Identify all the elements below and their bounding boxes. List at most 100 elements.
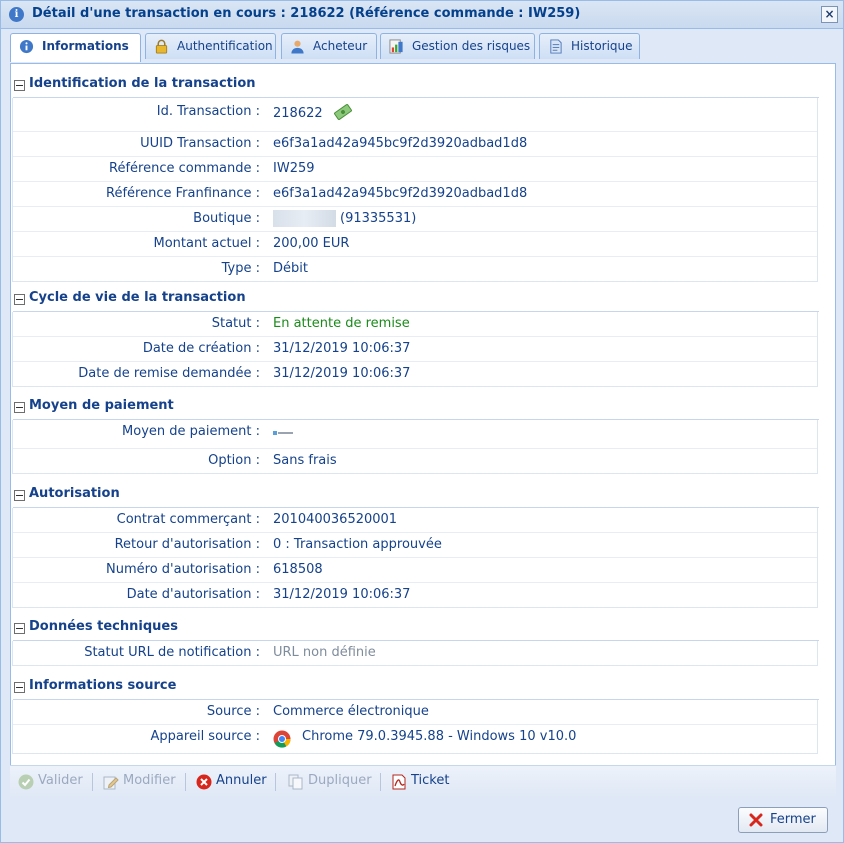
info-icon bbox=[19, 39, 34, 54]
window-titlebar[interactable]: i Détail d'une transaction en cours : 21… bbox=[1, 1, 843, 29]
tab-label: Historique bbox=[571, 39, 633, 53]
collapse-icon[interactable] bbox=[14, 623, 25, 634]
field-row: Moyen de paiement : bbox=[13, 420, 817, 449]
uuid-value: e6f3a1ad42a945bc9f2d3920adbad1d8 bbox=[273, 136, 528, 151]
collapse-icon[interactable] bbox=[14, 80, 25, 91]
tab-label: Gestion des risques bbox=[412, 39, 531, 53]
authorization-date-value: 31/12/2019 10:06:37 bbox=[273, 587, 411, 602]
tab-bar: Informations Authentification Acheteur G… bbox=[10, 33, 836, 63]
field-row: Référence Franfinance : e6f3a1ad42a945bc… bbox=[13, 182, 817, 207]
field-label: Date de création : bbox=[142, 341, 260, 356]
chrome-browser-icon bbox=[273, 730, 291, 748]
lifecycle-fieldset: Statut : En attente de remise Date de cr… bbox=[12, 312, 818, 387]
user-icon bbox=[291, 40, 304, 54]
field-row: Boutique : (91335531) bbox=[13, 207, 817, 232]
creation-date-value: 31/12/2019 10:06:37 bbox=[273, 341, 411, 356]
authorization-return-value: 0 : Transaction approuvée bbox=[273, 537, 442, 552]
field-row: Appareil source : Chrome 79.0.3945.88 - … bbox=[13, 725, 817, 753]
lock-icon bbox=[155, 39, 168, 54]
close-icon bbox=[749, 813, 763, 827]
payment-card-logo-icon bbox=[273, 431, 293, 435]
action-toolbar: Valider Modifier Annuler Dupliquer Ticke… bbox=[10, 765, 836, 798]
field-label: Moyen de paiement : bbox=[122, 424, 260, 439]
field-row: Numéro d'autorisation : 618508 bbox=[13, 558, 817, 583]
source-fieldset: Source : Commerce électronique Appareil … bbox=[12, 700, 818, 754]
field-row: Source : Commerce électronique bbox=[13, 700, 817, 725]
collapse-icon[interactable] bbox=[14, 682, 25, 693]
duplicate-icon bbox=[288, 774, 303, 790]
close-window-button[interactable]: × bbox=[821, 6, 838, 23]
source-value: Commerce électronique bbox=[273, 704, 429, 719]
cancel-icon bbox=[196, 774, 212, 790]
field-row: Retour d'autorisation : 0 : Transaction … bbox=[13, 533, 817, 558]
pdf-icon bbox=[392, 774, 406, 790]
window-title: Détail d'une transaction en cours : 2186… bbox=[32, 6, 581, 21]
info-icon: i bbox=[9, 7, 24, 22]
shop-value: (91335531) bbox=[273, 210, 416, 227]
field-label: Date de remise demandée : bbox=[78, 366, 260, 381]
transaction-detail-window: i Détail d'une transaction en cours : 21… bbox=[0, 0, 844, 843]
field-label: Boutique : bbox=[193, 211, 260, 226]
field-row: Statut : En attente de remise bbox=[13, 312, 817, 337]
field-label: Appareil source : bbox=[150, 729, 260, 744]
capture-date-value: 31/12/2019 10:06:37 bbox=[273, 366, 411, 381]
collapse-icon[interactable] bbox=[14, 490, 25, 501]
field-row: UUID Transaction : e6f3a1ad42a945bc9f2d3… bbox=[13, 132, 817, 157]
authorization-fieldset: Contrat commerçant : 201040036520001 Ret… bbox=[12, 508, 818, 608]
toolbar-separator bbox=[92, 773, 93, 791]
check-icon bbox=[18, 774, 34, 790]
collapse-icon[interactable] bbox=[14, 294, 25, 305]
field-row: Date de création : 31/12/2019 10:06:37 bbox=[13, 337, 817, 362]
edit-icon bbox=[103, 776, 119, 790]
field-label: Référence Franfinance : bbox=[106, 186, 260, 201]
field-label: Option : bbox=[208, 453, 260, 468]
field-row: Option : Sans frais bbox=[13, 449, 817, 473]
field-label: Statut : bbox=[211, 316, 260, 331]
toolbar-separator bbox=[275, 773, 276, 791]
option-value: Sans frais bbox=[273, 453, 337, 468]
field-label: Source : bbox=[206, 704, 260, 719]
tab-label: Authentification bbox=[177, 39, 273, 53]
document-icon bbox=[550, 39, 562, 54]
field-row: Contrat commerçant : 201040036520001 bbox=[13, 508, 817, 533]
identification-fieldset: Id. Transaction : 218622 UUID Transactio… bbox=[12, 98, 818, 282]
field-label: UUID Transaction : bbox=[140, 136, 260, 151]
tab-historique[interactable]: Historique bbox=[539, 33, 640, 59]
type-value: Débit bbox=[273, 261, 308, 276]
amount-value: 200,00 EUR bbox=[273, 236, 350, 251]
source-device-value: Chrome 79.0.3945.88 - Windows 10 v10.0 bbox=[302, 729, 577, 744]
merchant-contract-value: 201040036520001 bbox=[273, 512, 398, 527]
franfinance-reference-value: e6f3a1ad42a945bc9f2d3920adbad1d8 bbox=[273, 186, 528, 201]
tab-acheteur[interactable]: Acheteur bbox=[281, 33, 377, 59]
field-label: Contrat commerçant : bbox=[116, 512, 260, 527]
field-row: Date de remise demandée : 31/12/2019 10:… bbox=[13, 362, 817, 386]
tab-authentification[interactable]: Authentification bbox=[145, 33, 276, 59]
field-label: Montant actuel : bbox=[153, 236, 260, 251]
transaction-id-value: 218622 bbox=[273, 106, 323, 121]
field-label: Retour d'autorisation : bbox=[114, 537, 260, 552]
shop-id: (91335531) bbox=[340, 211, 417, 226]
payment-method-value bbox=[273, 424, 293, 442]
tab-label: Acheteur bbox=[313, 39, 368, 53]
field-row: Statut URL de notification : URL non déf… bbox=[13, 641, 817, 665]
tab-label: Informations bbox=[42, 39, 129, 53]
risk-chart-icon bbox=[389, 39, 403, 54]
close-button[interactable]: Fermer bbox=[738, 807, 828, 833]
collapse-icon[interactable] bbox=[14, 402, 25, 413]
technical-fieldset: Statut URL de notification : URL non déf… bbox=[12, 641, 818, 666]
status-value: En attente de remise bbox=[273, 316, 410, 331]
field-label: Id. Transaction : bbox=[156, 104, 260, 119]
tab-gestion-des-risques[interactable]: Gestion des risques bbox=[380, 33, 535, 59]
notification-url-status-value: URL non définie bbox=[273, 645, 376, 660]
field-label: Date d'autorisation : bbox=[126, 587, 260, 602]
informations-panel: Identification de la transaction Id. Tra… bbox=[10, 63, 836, 766]
field-label: Statut URL de notification : bbox=[84, 645, 260, 660]
tab-informations[interactable]: Informations bbox=[10, 33, 141, 62]
field-row: Montant actuel : 200,00 EUR bbox=[13, 232, 817, 257]
field-row: Type : Débit bbox=[13, 257, 817, 281]
toolbar-separator bbox=[380, 773, 381, 791]
toolbar-separator bbox=[185, 773, 186, 791]
field-label: Type : bbox=[221, 261, 260, 276]
field-row: Date d'autorisation : 31/12/2019 10:06:3… bbox=[13, 583, 817, 607]
redacted-shop-name bbox=[273, 210, 336, 227]
